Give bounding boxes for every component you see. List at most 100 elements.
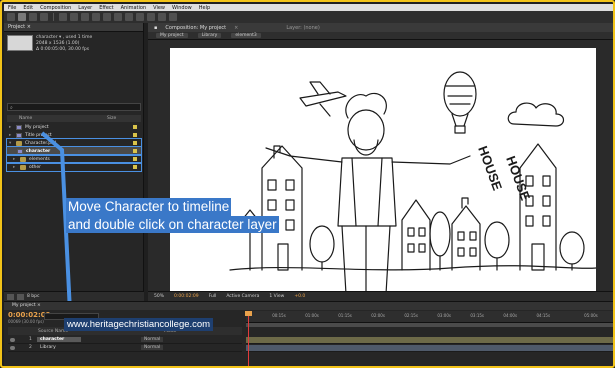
- expand-icon[interactable]: ▸: [9, 133, 13, 138]
- label-color-swatch[interactable]: [133, 133, 137, 137]
- rotate-tool-icon[interactable]: [59, 13, 67, 21]
- composition-tab[interactable]: Composition: My project: [165, 25, 226, 31]
- composition-tabbar: ▪ Composition: My project × Layer: (none…: [148, 23, 613, 32]
- timeline-layer-character[interactable]: 1 character Normal: [8, 336, 242, 344]
- layer-name[interactable]: character: [37, 337, 81, 342]
- pen-tool-icon[interactable]: [103, 13, 111, 21]
- hand-tool-icon[interactable]: [29, 13, 37, 21]
- svg-text:HOUSE: HOUSE: [503, 154, 533, 203]
- camera-tool-icon[interactable]: [70, 13, 78, 21]
- menu-bar: File Edit Composition Layer Effect Anima…: [4, 4, 613, 11]
- project-panel: Project × character ▾ , used 1 time 2048…: [4, 23, 144, 301]
- folder-icon: [20, 164, 26, 170]
- blend-mode-dropdown[interactable]: Normal: [141, 337, 164, 342]
- breadcrumb-element3[interactable]: element3: [231, 33, 261, 38]
- instruction-line-2: and double click on character layer: [66, 215, 279, 233]
- puppet-tool-icon[interactable]: [169, 13, 177, 21]
- menu-window[interactable]: Window: [172, 5, 192, 11]
- layer-bar-character[interactable]: [246, 336, 613, 344]
- zoom-dropdown[interactable]: 50%: [154, 294, 164, 299]
- composition-icon: [16, 124, 22, 130]
- column-name[interactable]: Name: [7, 115, 107, 122]
- item-label: elements: [29, 156, 50, 162]
- lock-icon[interactable]: ▪: [154, 25, 157, 31]
- visibility-eye-icon[interactable]: [10, 337, 15, 342]
- label-color-swatch[interactable]: [133, 165, 137, 169]
- type-tool-icon[interactable]: [114, 13, 122, 21]
- project-item-title-project[interactable]: ▸ Title project: [7, 131, 141, 139]
- brush-tool-icon[interactable]: [125, 13, 133, 21]
- breadcrumb-my-project[interactable]: My project: [156, 33, 188, 38]
- menu-file[interactable]: File: [8, 5, 16, 11]
- playhead-handle[interactable]: [245, 311, 252, 316]
- composition-canvas[interactable]: HOUSE HOUSE: [170, 48, 597, 295]
- menu-composition[interactable]: Composition: [40, 5, 71, 11]
- timeline-tab[interactable]: My project ×: [4, 302, 613, 310]
- layer-number: 2: [29, 345, 32, 350]
- exposure-value[interactable]: +0.0: [294, 294, 305, 299]
- ruler-tick: 01:00s: [305, 313, 319, 318]
- clone-tool-icon[interactable]: [136, 13, 144, 21]
- current-time-indicator[interactable]: [248, 311, 249, 366]
- label-color-swatch[interactable]: [133, 125, 137, 129]
- views-dropdown[interactable]: 1 View: [269, 294, 284, 299]
- label-color-swatch[interactable]: [133, 157, 137, 161]
- work-area-bar[interactable]: [246, 323, 613, 327]
- layer-number: 1: [29, 337, 32, 342]
- timeline-layer-library[interactable]: 2 Library Normal: [8, 344, 242, 352]
- close-icon[interactable]: ×: [234, 25, 238, 31]
- timeline-layers: 1 character Normal 2 Library Normal: [8, 336, 242, 352]
- project-items: ▸ My project ▸ Title project ▾ Character…: [6, 123, 142, 172]
- watermark-url: www.heritagechristiancollege.com: [64, 318, 214, 331]
- menu-help[interactable]: Help: [199, 5, 210, 11]
- ruler-tick: 04:15s: [536, 313, 551, 318]
- bit-depth-label[interactable]: 8 bpc: [27, 294, 39, 299]
- menu-layer[interactable]: Layer: [78, 5, 92, 11]
- new-folder-icon[interactable]: [17, 293, 24, 300]
- time-ruler[interactable]: 00:15s 01:00s 01:15s 02:00s 02:15s 03:00…: [246, 311, 613, 323]
- camera-dropdown[interactable]: Active Camera: [226, 294, 259, 299]
- timeline-frame-count: 00069 (30.00 fps): [8, 319, 44, 324]
- composition-panel: ▪ Composition: My project × Layer: (none…: [148, 23, 613, 301]
- layer-tab[interactable]: Layer: (none): [286, 25, 320, 31]
- label-color-swatch[interactable]: [133, 149, 137, 153]
- label-color-swatch[interactable]: [133, 141, 137, 145]
- breadcrumb-library[interactable]: Library: [197, 33, 222, 38]
- item-label: character: [26, 148, 51, 154]
- roto-tool-icon[interactable]: [158, 13, 166, 21]
- menu-edit[interactable]: Edit: [23, 5, 33, 11]
- project-item-elements[interactable]: ▸ elements: [6, 154, 142, 164]
- current-time-display[interactable]: 0:00:02:09: [174, 294, 199, 299]
- menu-effect[interactable]: Effect: [99, 5, 113, 11]
- composition-icon: [16, 132, 22, 138]
- blend-mode-dropdown[interactable]: Normal: [141, 345, 164, 350]
- tools-toolbar: [4, 11, 613, 23]
- mask-tool-icon[interactable]: [92, 13, 100, 21]
- menu-animation[interactable]: Animation: [121, 5, 147, 11]
- svg-text:HOUSE: HOUSE: [475, 144, 505, 193]
- expand-icon[interactable]: ▸: [13, 157, 17, 162]
- zoom-tool-icon[interactable]: [40, 13, 48, 21]
- pan-behind-tool-icon[interactable]: [81, 13, 89, 21]
- layer-bar-library[interactable]: [246, 344, 613, 352]
- project-item-character[interactable]: character: [6, 146, 142, 156]
- project-search-input[interactable]: ⌕: [7, 103, 141, 111]
- info-line-duration: Δ 0:00:05:00, 30.00 fps: [36, 47, 90, 52]
- visibility-eye-icon[interactable]: [10, 345, 15, 350]
- composition-icon: [17, 148, 23, 154]
- project-item-character-psd[interactable]: ▾ Character.psd: [6, 138, 142, 148]
- expand-icon[interactable]: ▸: [9, 125, 13, 130]
- project-item-other[interactable]: ▸ other: [6, 162, 142, 172]
- eraser-tool-icon[interactable]: [147, 13, 155, 21]
- project-item-my-project[interactable]: ▸ My project: [7, 123, 141, 131]
- resolution-dropdown[interactable]: Full: [209, 294, 217, 299]
- column-size[interactable]: Size: [107, 115, 116, 122]
- project-tab[interactable]: Project ×: [4, 23, 143, 32]
- selection-tool-icon[interactable]: [18, 13, 26, 21]
- expand-icon[interactable]: ▸: [13, 165, 17, 170]
- layer-name[interactable]: Library: [37, 345, 81, 350]
- home-tool-icon[interactable]: [7, 13, 15, 21]
- collapse-icon[interactable]: ▾: [9, 141, 13, 146]
- interpret-footage-icon[interactable]: [7, 293, 14, 300]
- menu-view[interactable]: View: [153, 5, 165, 11]
